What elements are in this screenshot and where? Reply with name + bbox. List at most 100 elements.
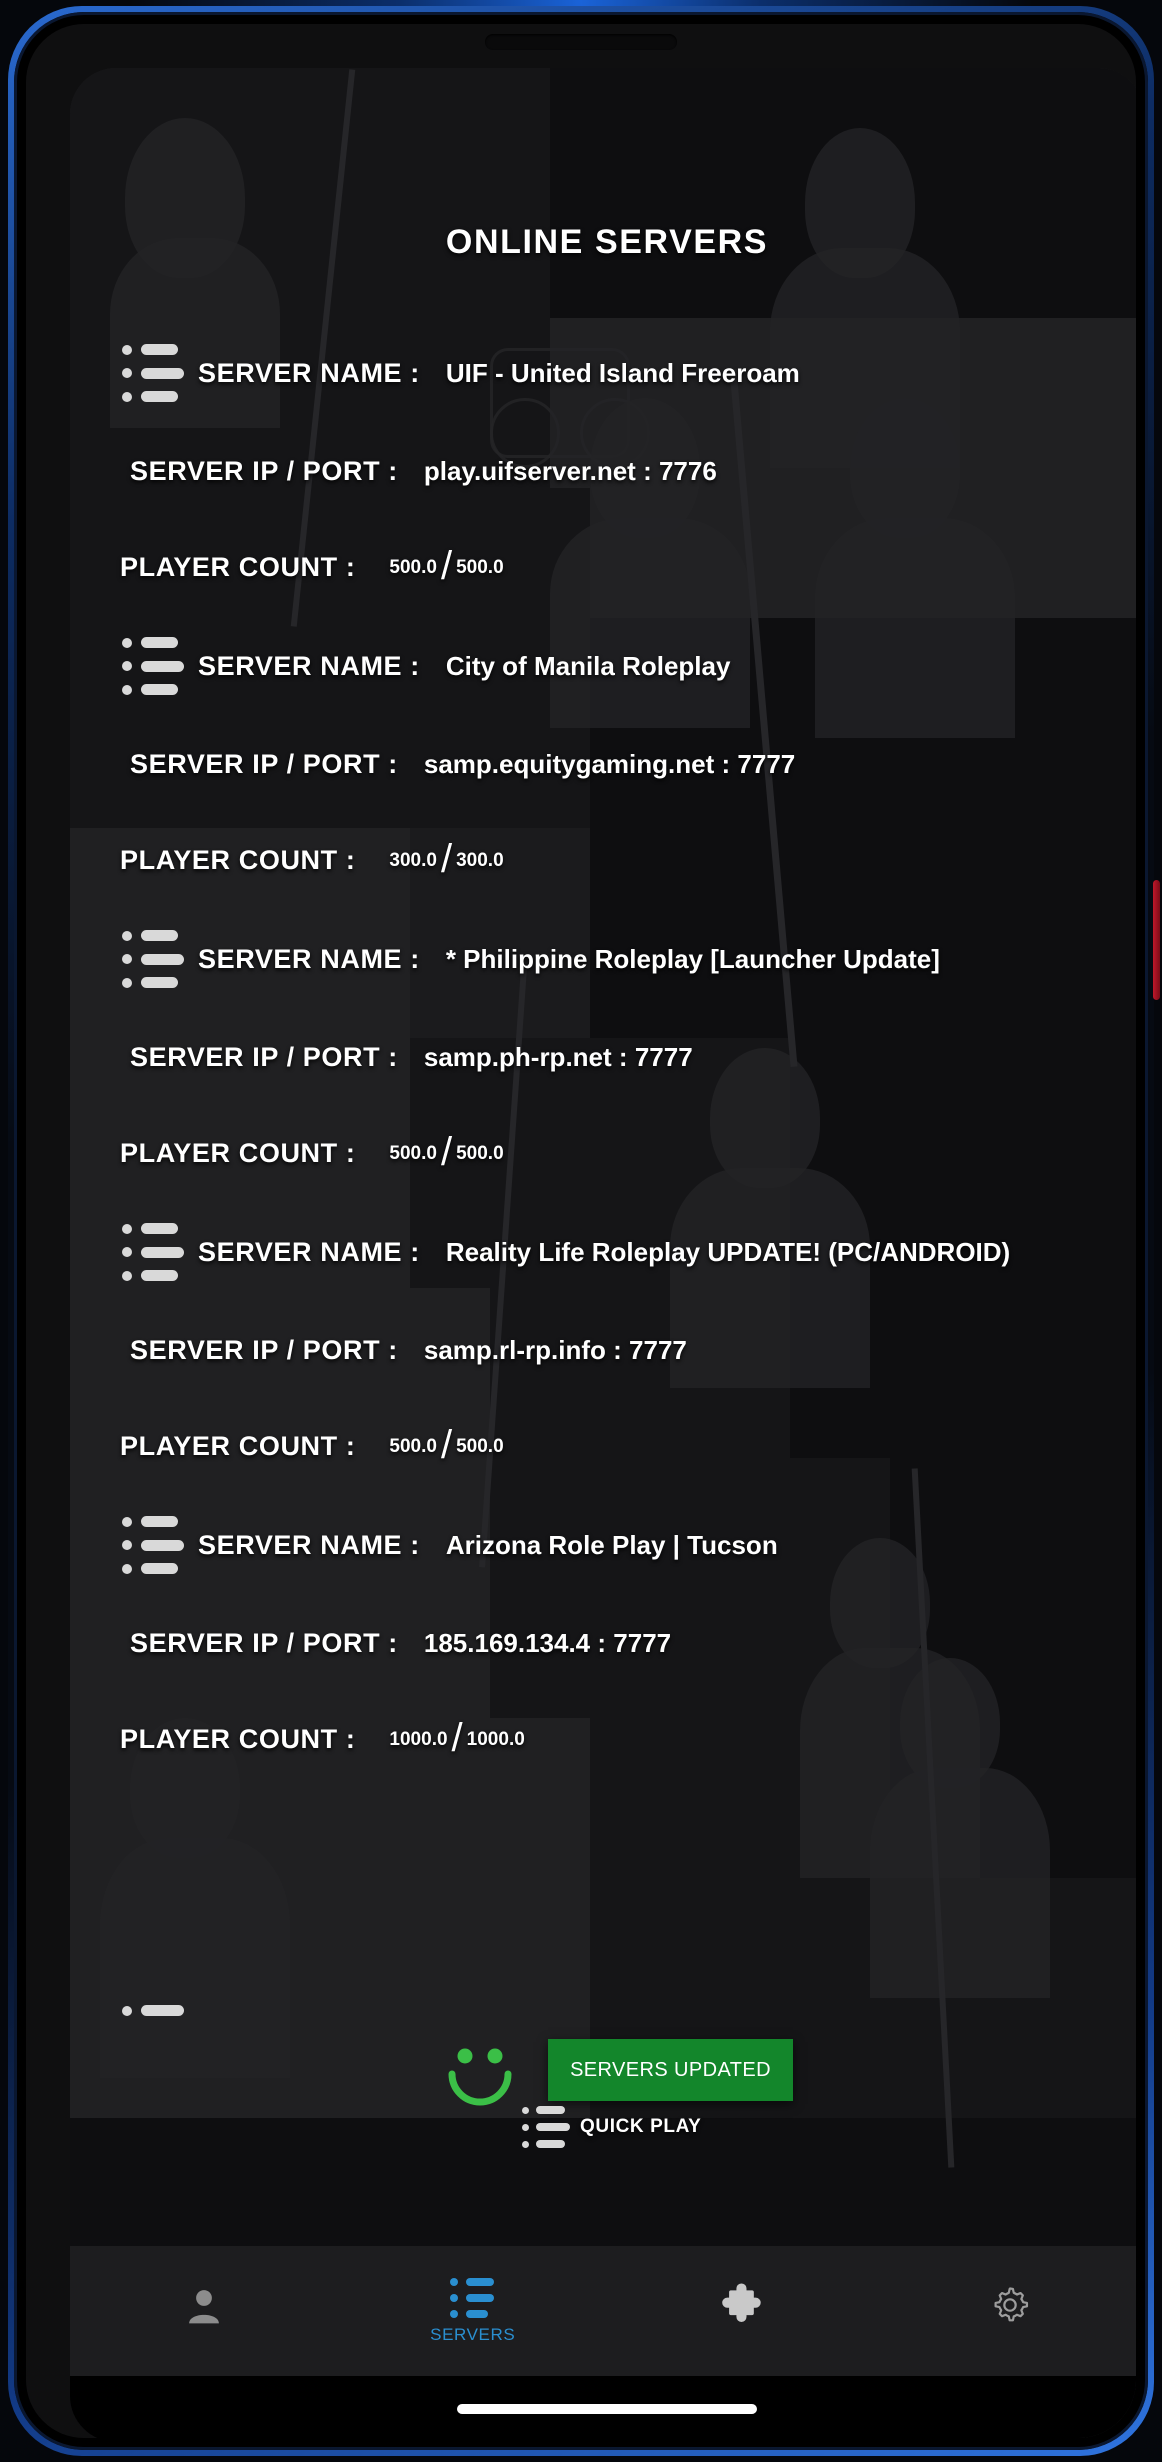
- samp-launcher-app: ONLINE SERVERS SERVER NAME : UIF - Unite…: [70, 68, 1136, 2438]
- servers-updated-toast[interactable]: SERVERS UPDATED: [548, 2039, 793, 2101]
- server-name-value: Arizona Role Play | Tucson: [445, 1529, 778, 1560]
- players-online: 300.0: [389, 849, 437, 871]
- server-ip-label: SERVER IP / PORT :: [130, 1041, 398, 1072]
- port-separator: :: [597, 1627, 607, 1658]
- players-online: 500.0: [389, 556, 437, 578]
- player-count-value: 1000.0 / 1000.0: [389, 1715, 525, 1760]
- players-max: 500.0: [456, 1435, 504, 1457]
- player-count-row: PLAYER COUNT : 500.0 / 500.0: [70, 1398, 1136, 1495]
- app-content: ONLINE SERVERS SERVER NAME : UIF - Unite…: [70, 68, 1136, 2438]
- quick-play-item[interactable]: QUICK PLAY: [522, 2106, 701, 2148]
- list-menu-icon: [122, 637, 184, 695]
- server-ip-label: SERVER IP / PORT :: [130, 748, 398, 779]
- server-name-label: SERVER NAME :: [198, 1529, 420, 1560]
- server-card[interactable]: SERVER NAME : Arizona Role Play | Tucson…: [70, 1495, 1136, 1788]
- server-ip-value: 185.169.134.4 : 7777: [424, 1628, 671, 1659]
- server-card[interactable]: SERVER NAME : Reality Life Roleplay UPDA…: [70, 1202, 1136, 1495]
- count-separator: /: [451, 1715, 463, 1760]
- server-port: 7776: [658, 455, 717, 486]
- server-list-icon: [449, 2277, 496, 2318]
- player-count-row: PLAYER COUNT : 300.0 / 300.0: [70, 812, 1136, 909]
- player-count-value: 300.0 / 300.0: [389, 836, 504, 881]
- port-separator: :: [643, 455, 652, 486]
- toast-label: SERVERS UPDATED: [570, 2058, 771, 2081]
- server-ip-value: samp.ph-rp.net : 7777: [424, 1042, 693, 1073]
- server-ip-label: SERVER IP / PORT :: [130, 1334, 398, 1365]
- players-online: 500.0: [389, 1142, 437, 1164]
- nav-label-servers: SERVERS: [430, 2324, 516, 2344]
- server-port: 7777: [629, 1334, 687, 1365]
- nav-item-profile[interactable]: [70, 2246, 339, 2376]
- puzzle-icon: [719, 2283, 763, 2332]
- players-max: 500.0: [456, 556, 504, 578]
- server-name-row[interactable]: SERVER NAME : City of Manila Roleplay: [70, 616, 1136, 716]
- nav-item-settings[interactable]: [876, 2246, 1137, 2376]
- server-ip-value: samp.rl-rp.info : 7777: [424, 1335, 687, 1366]
- server-name-label: SERVER NAME :: [198, 357, 420, 388]
- server-name-row[interactable]: SERVER NAME : * Philippine Roleplay [Lau…: [70, 909, 1136, 1009]
- count-separator: /: [440, 1129, 453, 1174]
- player-count-label: PLAYER COUNT :: [120, 1431, 356, 1461]
- players-online: 500.0: [389, 1435, 437, 1457]
- count-separator: /: [440, 1422, 453, 1467]
- bottom-navigation-bar[interactable]: SERVERS: [70, 2246, 1136, 2376]
- nav-item-servers[interactable]: SERVERS: [339, 2246, 608, 2376]
- player-count-row: PLAYER COUNT : 500.0 / 500.0: [70, 519, 1136, 616]
- home-indicator[interactable]: [457, 2404, 757, 2414]
- phone-chassis: ONLINE SERVERS SERVER NAME : UIF - Unite…: [0, 0, 1162, 2462]
- list-menu-icon: [122, 344, 184, 402]
- list-menu-icon: [122, 1223, 184, 1281]
- server-name-label: SERVER NAME :: [198, 1236, 420, 1267]
- server-card[interactable]: SERVER NAME : * Philippine Roleplay [Lau…: [70, 909, 1136, 1202]
- server-ip-value: play.uifserver.net : 7776: [424, 456, 717, 487]
- nav-item-plugins[interactable]: [607, 2246, 876, 2376]
- list-menu-icon: [122, 2005, 184, 2025]
- server-name-row[interactable]: SERVER NAME : Arizona Role Play | Tucson: [70, 1495, 1136, 1595]
- earpiece-notch: [485, 34, 677, 50]
- players-max: 1000.0: [466, 1728, 525, 1750]
- server-ip-host: samp.ph-rp.net: [423, 1041, 612, 1072]
- server-card[interactable]: SERVER NAME : UIF - United Island Freero…: [70, 323, 1136, 616]
- server-name-label: SERVER NAME :: [198, 943, 420, 974]
- player-count-label: PLAYER COUNT :: [120, 1724, 356, 1754]
- server-ip-value: samp.equitygaming.net : 7777: [424, 749, 795, 780]
- server-ip-host: play.uifserver.net: [423, 455, 636, 486]
- count-separator: /: [440, 543, 453, 588]
- port-separator: :: [721, 748, 731, 779]
- server-ip-label: SERVER IP / PORT :: [130, 455, 398, 486]
- player-count-value: 500.0 / 500.0: [389, 1129, 504, 1174]
- port-separator: :: [613, 1334, 622, 1365]
- server-ip-row: SERVER IP / PORT : samp.ph-rp.net : 7777: [70, 1009, 1136, 1105]
- server-name-row[interactable]: SERVER NAME : Reality Life Roleplay UPDA…: [70, 1202, 1136, 1302]
- server-port: 7777: [634, 1041, 693, 1072]
- quick-play-label: QUICK PLAY: [580, 2116, 702, 2137]
- player-count-value: 500.0 / 500.0: [389, 1422, 504, 1467]
- server-name-label: SERVER NAME :: [198, 650, 420, 681]
- player-count-label: PLAYER COUNT :: [120, 1138, 356, 1168]
- system-gesture-area: [70, 2376, 1136, 2438]
- server-port: 7777: [613, 1627, 672, 1658]
- power-button[interactable]: [1153, 880, 1160, 1000]
- server-name-value: Reality Life Roleplay UPDATE! (PC/ANDROI…: [445, 1236, 1011, 1267]
- player-count-value: 500.0 / 500.0: [389, 543, 504, 588]
- server-card[interactable]: SERVER NAME : City of Manila Roleplay SE…: [70, 616, 1136, 909]
- player-count-label: PLAYER COUNT :: [120, 845, 356, 875]
- phone-screen: ONLINE SERVERS SERVER NAME : UIF - Unite…: [26, 24, 1136, 2438]
- count-separator: /: [440, 836, 453, 881]
- server-ip-row: SERVER IP / PORT : samp.equitygaming.net…: [70, 716, 1136, 812]
- server-port: 7777: [737, 748, 796, 779]
- players-max: 300.0: [456, 849, 504, 871]
- server-list[interactable]: SERVER NAME : UIF - United Island Freero…: [70, 323, 1136, 1788]
- players-max: 500.0: [456, 1142, 504, 1164]
- server-ip-row: SERVER IP / PORT : samp.rl-rp.info : 777…: [70, 1302, 1136, 1398]
- player-count-row: PLAYER COUNT : 500.0 / 500.0: [70, 1105, 1136, 1202]
- server-ip-host: 185.169.134.4: [423, 1627, 591, 1658]
- server-ip-label: SERVER IP / PORT :: [130, 1627, 398, 1658]
- server-ip-row: SERVER IP / PORT : 185.169.134.4 : 7777: [70, 1595, 1136, 1691]
- server-name-value: UIF - United Island Freeroam: [445, 357, 800, 388]
- players-online: 1000.0: [389, 1728, 448, 1750]
- server-ip-row: SERVER IP / PORT : play.uifserver.net : …: [70, 423, 1136, 519]
- server-name-value: City of Manila Roleplay: [445, 650, 731, 681]
- server-name-row[interactable]: SERVER NAME : UIF - United Island Freero…: [70, 323, 1136, 423]
- page-title: ONLINE SERVERS: [445, 223, 769, 261]
